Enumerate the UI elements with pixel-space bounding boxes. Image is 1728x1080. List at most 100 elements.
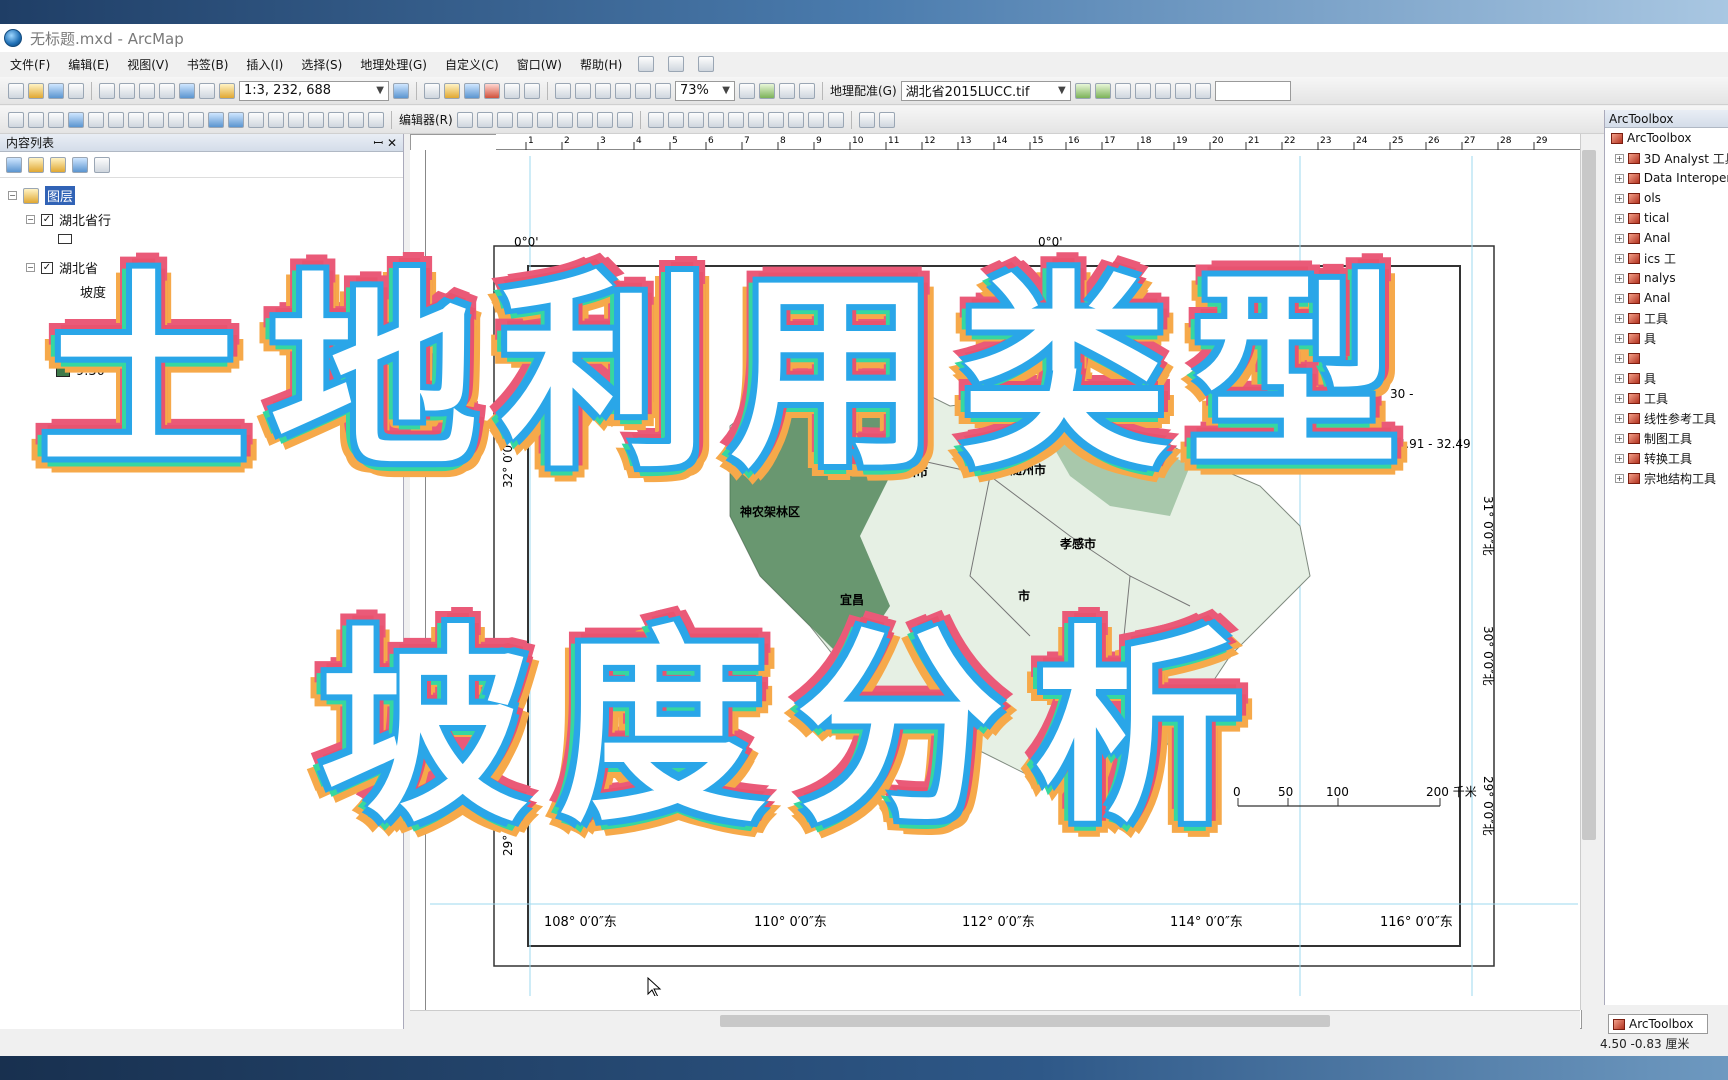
layout-page[interactable]: 襄阳市 随州市 孝感市 神农架林区 宜昌 市 0°0' 0°0' 32° 0′0… xyxy=(430,156,1578,999)
modelbuilder-icon[interactable] xyxy=(524,82,540,99)
toggle-draft-icon[interactable] xyxy=(739,82,755,99)
select-elements-icon[interactable] xyxy=(208,111,224,128)
layout-view-icon[interactable] xyxy=(878,111,895,128)
paste-icon[interactable] xyxy=(139,82,155,99)
zoom-100-icon[interactable] xyxy=(635,82,651,99)
vertical-ruler[interactable] xyxy=(410,150,426,1010)
hammer-icon[interactable] xyxy=(638,56,655,72)
create-features-icon[interactable] xyxy=(616,111,633,128)
toolbox-item[interactable]: + ols xyxy=(1605,188,1728,208)
georef-layer-combo[interactable]: 湖北省2015LUCC.tif ▼ xyxy=(900,80,1071,101)
list-by-source-icon[interactable] xyxy=(28,156,44,173)
draw-rectangle-icon[interactable] xyxy=(647,111,664,128)
menu-windows[interactable]: 窗口(W) xyxy=(515,55,564,74)
menu-edit[interactable]: 编辑(E) xyxy=(66,55,111,74)
link-table-icon[interactable] xyxy=(1154,82,1171,99)
fixed-zoom-in-icon[interactable] xyxy=(88,111,104,128)
collapse-icon[interactable]: − xyxy=(8,191,17,200)
layer-symbol[interactable] xyxy=(58,234,72,244)
pencil-icon[interactable] xyxy=(698,56,715,72)
expand-icon[interactable]: + xyxy=(1615,193,1624,203)
toolbox-item[interactable]: ArcToolbox xyxy=(1605,128,1728,148)
edit-annotation-icon[interactable] xyxy=(476,111,493,128)
toolbox-item[interactable]: +3D Analyst 工具 xyxy=(1605,148,1728,168)
layer-hubei-slope[interactable]: − ✓ 湖北省 xyxy=(26,258,98,277)
arctoolbox-icon[interactable] xyxy=(484,82,500,99)
expand-icon[interactable]: + xyxy=(1615,273,1624,283)
expand-icon[interactable]: + xyxy=(1615,173,1624,183)
change-layout-icon[interactable] xyxy=(779,82,795,99)
attributes-icon[interactable] xyxy=(576,111,593,128)
catalog-icon[interactable] xyxy=(444,82,460,99)
send-back-icon[interactable] xyxy=(787,111,804,128)
search-window-icon[interactable] xyxy=(464,82,480,99)
expand-icon[interactable]: + xyxy=(1615,253,1624,263)
html-popup-icon[interactable] xyxy=(268,111,284,128)
scale-combo[interactable]: 1:3, 232, 688 ▼ xyxy=(239,80,389,101)
hyperlink-icon[interactable] xyxy=(248,111,264,128)
hollow-fill-symbol[interactable] xyxy=(58,234,72,244)
shift-icon[interactable] xyxy=(1134,82,1151,99)
cut-icon[interactable] xyxy=(99,82,115,99)
rotate-feature-icon[interactable] xyxy=(556,111,573,128)
time-slider-icon[interactable] xyxy=(368,111,384,128)
zoom-in-icon[interactable] xyxy=(8,111,24,128)
layer-visible-checkbox[interactable]: ✓ xyxy=(41,261,53,274)
back-extent-icon[interactable] xyxy=(128,111,144,128)
toolbox-item[interactable]: + 线性参考工具 xyxy=(1605,408,1728,428)
toolbox-item[interactable]: + Data Interoperability xyxy=(1605,168,1728,188)
toc-pin-close[interactable]: ꟷ ✕ xyxy=(373,134,397,151)
toolbox-item[interactable]: + Anal xyxy=(1605,288,1728,308)
toolbox-item[interactable]: + nalys xyxy=(1605,268,1728,288)
viewer-icon[interactable] xyxy=(1174,82,1191,99)
group-icon[interactable] xyxy=(727,111,744,128)
expand-icon[interactable]: + xyxy=(1615,413,1624,423)
print-icon[interactable] xyxy=(68,82,84,99)
list-by-visibility-icon[interactable] xyxy=(50,156,66,173)
expand-icon[interactable]: + xyxy=(1615,433,1624,443)
go-to-xy-icon[interactable] xyxy=(348,111,364,128)
expand-icon[interactable]: + xyxy=(1615,353,1624,363)
add-data-icon[interactable] xyxy=(219,82,235,99)
list-by-selection-icon[interactable] xyxy=(72,156,88,173)
forward-extent-icon[interactable] xyxy=(148,111,164,128)
open-icon[interactable] xyxy=(28,82,44,99)
nudge-icon[interactable] xyxy=(807,111,824,128)
layout-zoom-out-icon[interactable] xyxy=(575,82,591,99)
expand-icon[interactable]: + xyxy=(1615,373,1624,383)
menu-geoprocessing[interactable]: 地理处理(G) xyxy=(358,55,429,74)
collapse-icon[interactable]: − xyxy=(26,263,35,272)
layer-visible-checkbox[interactable]: ✓ xyxy=(41,213,53,226)
menu-bookmarks[interactable]: 书签(B) xyxy=(185,55,231,74)
expand-icon[interactable]: + xyxy=(1615,393,1624,403)
split-icon[interactable] xyxy=(536,111,553,128)
menu-file[interactable]: 文件(F) xyxy=(8,55,52,74)
add-control-points-icon[interactable] xyxy=(1074,82,1091,99)
straight-segment-icon[interactable] xyxy=(496,111,513,128)
full-extent-icon[interactable] xyxy=(68,111,84,128)
georeferencing-menu[interactable]: 地理配准(G) xyxy=(830,82,897,99)
layout-zoom-in-icon[interactable] xyxy=(555,82,571,99)
refresh-icon[interactable] xyxy=(1194,82,1211,99)
sketch-properties-icon[interactable] xyxy=(596,111,613,128)
undo-icon[interactable] xyxy=(179,82,195,99)
rotate-icon[interactable] xyxy=(1114,82,1131,99)
menu-customize[interactable]: 自定义(C) xyxy=(443,55,501,74)
list-by-drawing-order-icon[interactable] xyxy=(6,156,22,173)
vertical-scroll-thumb[interactable] xyxy=(1582,150,1596,840)
python-icon[interactable] xyxy=(504,82,520,99)
expand-icon[interactable]: + xyxy=(1615,233,1624,243)
fixed-zoom-icon[interactable] xyxy=(655,82,671,99)
rotate-element-icon[interactable] xyxy=(827,111,844,128)
layers-root[interactable]: − 图层 xyxy=(8,186,76,205)
measure-icon[interactable] xyxy=(668,56,685,72)
menu-help[interactable]: 帮助(H) xyxy=(578,55,624,74)
toolbox-item[interactable]: + 转换工具 xyxy=(1605,448,1728,468)
layer-hubei-admin[interactable]: − ✓ 湖北省行 xyxy=(26,210,111,229)
editor-toolbar-icon[interactable] xyxy=(393,82,409,99)
auto-registration-icon[interactable] xyxy=(1094,82,1111,99)
expand-icon[interactable]: + xyxy=(1615,473,1624,483)
fixed-zoom-out-icon[interactable] xyxy=(108,111,124,128)
toolbox-item[interactable]: + 宗地结构工具 xyxy=(1605,468,1728,488)
find-route-icon[interactable] xyxy=(328,111,344,128)
